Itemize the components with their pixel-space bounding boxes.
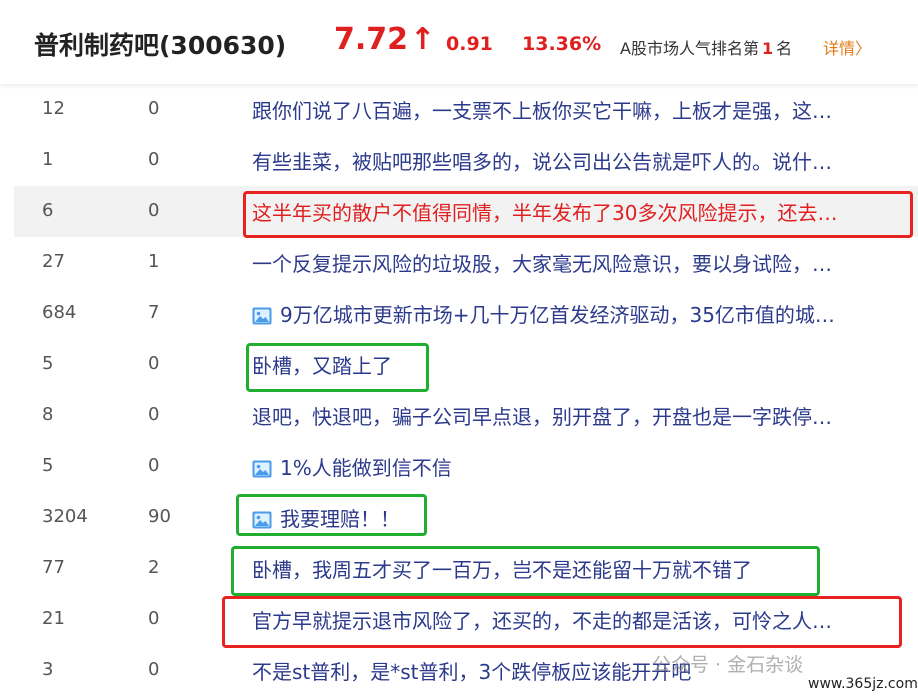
post-title-link[interactable]: 退吧，快退吧，骗子公司早点退，别开盘了，开盘也是一字跌停… bbox=[252, 401, 912, 430]
read-count: 6 bbox=[42, 200, 54, 221]
post-title-link[interactable]: 跟你们说了八百遍，一支票不上板你买它干嘛，上板才是强，这… bbox=[252, 95, 912, 124]
image-icon bbox=[252, 460, 272, 478]
rank-suffix: 名 bbox=[776, 39, 793, 58]
read-count: 77 bbox=[42, 557, 65, 578]
reply-count: 0 bbox=[148, 404, 160, 425]
watermark-text: 公众号 · 金石杂谈 bbox=[652, 654, 804, 676]
post-title-link[interactable]: 卧槽，我周五才买了一百万，岂不是还能留十万就不错了 bbox=[252, 554, 912, 583]
post-title-link[interactable]: 1%人能做到信不信 bbox=[252, 452, 912, 481]
post-title-link[interactable]: 这半年买的散户不值得同情，半年发布了30多次风险提示，还去… bbox=[252, 197, 912, 226]
image-icon bbox=[252, 511, 272, 529]
price-change-percent: 13.36% bbox=[522, 33, 602, 55]
post-row: 3204 90 我要理赔！！ bbox=[14, 492, 918, 543]
read-count: 3204 bbox=[42, 506, 88, 527]
reply-count: 0 bbox=[148, 149, 160, 170]
post-title-link[interactable]: 有些韭菜，被贴吧那些唱多的，说公司出公告就是吓人的。说什… bbox=[252, 146, 912, 175]
rank-prefix: A股市场人气排名第 bbox=[620, 39, 759, 58]
read-count: 8 bbox=[42, 404, 54, 425]
post-row: 27 1 一个反复提示风险的垃圾股，大家毫无风险意识，要以身试险，… bbox=[14, 237, 918, 288]
post-title-link[interactable]: 一个反复提示风险的垃圾股，大家毫无风险意识，要以身试险，… bbox=[252, 248, 912, 277]
read-count: 684 bbox=[42, 302, 77, 323]
reply-count: 0 bbox=[148, 608, 160, 629]
post-row: 21 0 官方早就提示退市风险了，还买的，不走的都是活该，可怜之人… bbox=[14, 594, 918, 645]
post-title-text: 9万亿城市更新市场+几十万亿首发经济驱动，35亿市值的城… bbox=[280, 303, 835, 327]
read-count: 27 bbox=[42, 251, 65, 272]
post-row-highlighted: 6 0 这半年买的散户不值得同情，半年发布了30多次风险提示，还去… bbox=[14, 186, 918, 237]
rank-number: 1 bbox=[761, 39, 774, 58]
post-row: 1 0 有些韭菜，被贴吧那些唱多的，说公司出公告就是吓人的。说什… bbox=[14, 135, 918, 186]
post-title-text: 我要理赔！！ bbox=[280, 507, 400, 531]
reply-count: 1 bbox=[148, 251, 160, 272]
read-count: 5 bbox=[42, 353, 54, 374]
post-title-link[interactable]: 我要理赔！！ bbox=[252, 503, 912, 532]
price-change: 0.91 bbox=[446, 33, 493, 55]
read-count: 12 bbox=[42, 98, 65, 119]
read-count: 1 bbox=[42, 149, 54, 170]
reply-count: 2 bbox=[148, 557, 160, 578]
reply-count: 0 bbox=[148, 200, 160, 221]
post-title-link[interactable]: 官方早就提示退市风险了，还买的，不走的都是活该，可怜之人… bbox=[252, 605, 912, 634]
read-count: 3 bbox=[42, 659, 54, 680]
post-title-link[interactable]: 卧槽，又踏上了 bbox=[252, 350, 912, 379]
post-row: 77 2 卧槽，我周五才买了一百万，岂不是还能留十万就不错了 bbox=[14, 543, 918, 594]
post-row: 5 0 卧槽，又踏上了 bbox=[14, 339, 918, 390]
popularity-rank: A股市场人气排名第 1 名 bbox=[620, 35, 792, 59]
post-row: 5 0 1%人能做到信不信 bbox=[14, 441, 918, 492]
up-arrow-icon: ↑ bbox=[410, 22, 436, 57]
reply-count: 0 bbox=[148, 455, 160, 476]
stock-price: 7.72 bbox=[334, 22, 409, 57]
forum-title[interactable]: 普利制药吧(300630) bbox=[34, 26, 286, 62]
reply-count: 0 bbox=[148, 659, 160, 680]
detail-link[interactable]: 详情〉 bbox=[823, 35, 871, 59]
reply-count: 0 bbox=[148, 353, 160, 374]
read-count: 21 bbox=[42, 608, 65, 629]
reply-count: 7 bbox=[148, 302, 160, 323]
reply-count: 0 bbox=[148, 98, 160, 119]
post-row: 12 0 跟你们说了八百遍，一支票不上板你买它干嘛，上板才是强，这… bbox=[14, 84, 918, 135]
read-count: 5 bbox=[42, 455, 54, 476]
reply-count: 90 bbox=[148, 506, 171, 527]
post-row: 8 0 退吧，快退吧，骗子公司早点退，别开盘了，开盘也是一字跌停… bbox=[14, 390, 918, 441]
post-row: 684 7 9万亿城市更新市场+几十万亿首发经济驱动，35亿市值的城… bbox=[14, 288, 918, 339]
post-title-link[interactable]: 9万亿城市更新市场+几十万亿首发经济驱动，35亿市值的城… bbox=[252, 299, 912, 328]
image-icon bbox=[252, 307, 272, 325]
stock-header: 普利制药吧(300630) 7.72 ↑ 0.91 13.36% A股市场人气排… bbox=[0, 0, 918, 84]
watermark-url: www.365jz.com bbox=[805, 676, 918, 692]
post-title-text: 1%人能做到信不信 bbox=[280, 456, 452, 480]
